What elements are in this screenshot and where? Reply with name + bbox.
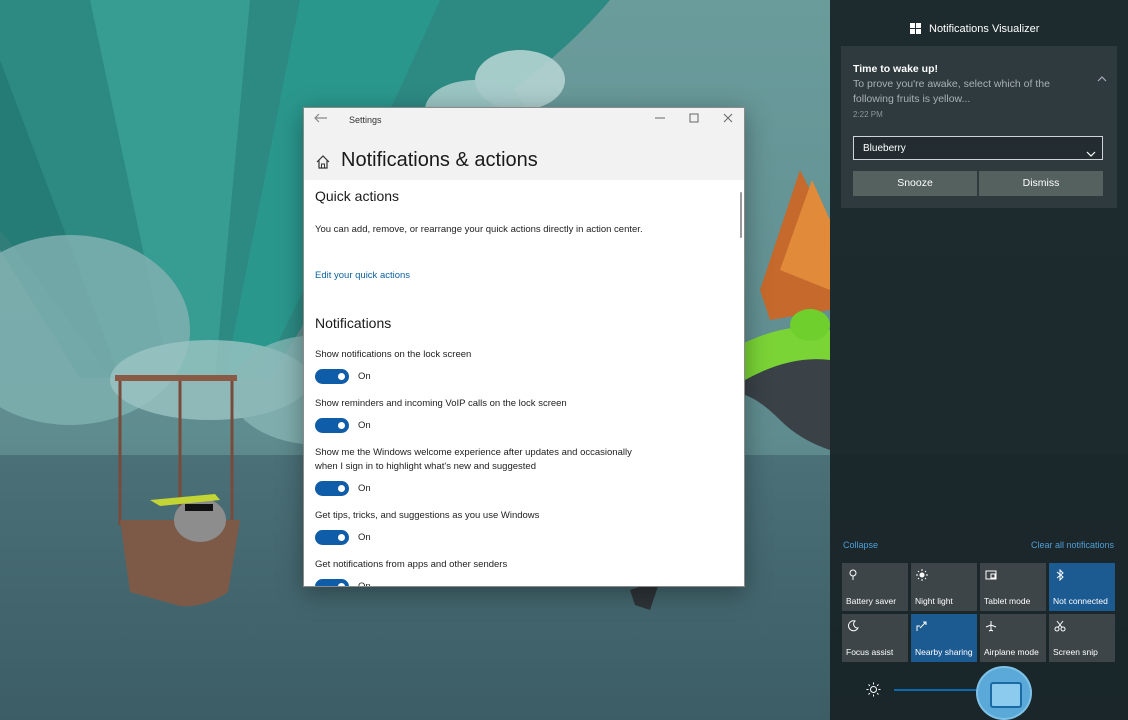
settings-window: Settings Notifications & actions Quick a… — [303, 107, 745, 587]
bluetooth-icon — [1054, 568, 1066, 582]
quick-action-screen-snip[interactable]: Screen snip — [1049, 614, 1115, 662]
toggle-state-text: On — [358, 371, 371, 382]
tablet-mode-icon — [985, 569, 997, 581]
dropdown-selected-value: Blueberry — [863, 143, 906, 154]
quick-actions-description: You can add, remove, or rearrange your q… — [315, 224, 643, 235]
quick-action-label: Not connected — [1053, 596, 1108, 606]
quick-action-label: Tablet mode — [984, 596, 1031, 606]
quick-action-label: Battery saver — [846, 596, 897, 606]
page-title: Notifications & actions — [341, 149, 538, 171]
close-icon[interactable] — [712, 111, 744, 129]
windows-tiles-icon — [910, 23, 921, 34]
notification-toast[interactable]: Time to wake up! To prove you're awake, … — [841, 46, 1117, 208]
scrollbar[interactable] — [740, 192, 742, 238]
snooze-button[interactable]: Snooze — [853, 171, 977, 196]
notification-app-header: Notifications Visualizer — [830, 0, 1128, 44]
window-title: Settings — [349, 115, 382, 125]
page-header: Notifications & actions — [304, 146, 744, 178]
setting-lock-screen-toggle[interactable] — [315, 369, 349, 384]
quick-action-battery-saver[interactable]: Battery saver — [842, 563, 908, 611]
settings-content: Quick actions You can add, remove, or re… — [304, 180, 744, 587]
setting-lock-screen-label: Show notifications on the lock screen — [315, 349, 472, 360]
setting-app-notifications-label: Get notifications from apps and other se… — [315, 559, 508, 570]
quick-action-label: Airplane mode — [984, 647, 1039, 657]
nearby-sharing-icon — [916, 620, 928, 632]
battery-saver-icon — [847, 569, 859, 581]
setting-welcome-experience-toggle[interactable] — [315, 481, 349, 496]
app-name: Notifications Visualizer — [929, 23, 1040, 35]
screen-snip-icon — [1054, 620, 1066, 632]
clear-all-notifications-link[interactable]: Clear all notifications — [1031, 540, 1114, 550]
focus-assist-icon — [847, 620, 859, 632]
toast-time: 2:22 PM — [853, 110, 883, 119]
setting-tips-label: Get tips, tricks, and suggestions as you… — [315, 510, 540, 521]
setting-welcome-experience-label: Show me the Windows welcome experience a… — [315, 447, 632, 472]
home-icon[interactable] — [315, 154, 331, 170]
action-center: Notifications Visualizer Time to wake up… — [830, 0, 1128, 720]
toast-body: To prove you're awake, select which of t… — [853, 78, 1050, 105]
quick-actions-heading: Quick actions — [315, 188, 400, 204]
quick-action-focus-assist[interactable]: Focus assist — [842, 614, 908, 662]
toast-title: Time to wake up! — [853, 63, 938, 75]
fruit-select-dropdown[interactable]: Blueberry — [853, 136, 1103, 160]
chevron-up-icon[interactable] — [1097, 70, 1107, 82]
setting-tips-toggle[interactable] — [315, 530, 349, 545]
quick-action-bluetooth[interactable]: Not connected — [1049, 563, 1115, 611]
toggle-state-text: On — [358, 581, 371, 587]
dismiss-button[interactable]: Dismiss — [979, 171, 1103, 196]
airplane-icon — [985, 620, 997, 632]
collapse-link[interactable]: Collapse — [843, 540, 878, 550]
quick-action-label: Night light — [915, 596, 953, 606]
setting-voip-label: Show reminders and incoming VoIP calls o… — [315, 398, 567, 409]
title-bar: Settings — [304, 108, 744, 132]
quick-action-night-light[interactable]: Night light — [911, 563, 977, 611]
toggle-state-text: On — [358, 420, 371, 431]
quick-action-label: Focus assist — [846, 647, 894, 657]
quick-action-nearby-sharing[interactable]: Nearby sharing — [911, 614, 977, 662]
quick-action-label: Nearby sharing — [915, 647, 973, 657]
toggle-state-text: On — [358, 532, 371, 543]
chevron-down-icon — [1086, 145, 1096, 157]
maximize-icon[interactable] — [678, 111, 710, 129]
brightness-slider-thumb[interactable] — [978, 668, 1030, 718]
notifications-heading: Notifications — [315, 315, 392, 331]
back-arrow-icon[interactable] — [312, 112, 330, 128]
brightness-icon — [866, 682, 881, 697]
quick-action-label: Screen snip — [1053, 647, 1098, 657]
quick-action-tablet-mode[interactable]: Tablet mode — [980, 563, 1046, 611]
toggle-state-text: On — [358, 483, 371, 494]
brightness-slider-fill — [894, 689, 980, 691]
setting-voip-toggle[interactable] — [315, 418, 349, 433]
setting-app-notifications-toggle[interactable] — [315, 579, 349, 586]
night-light-icon — [916, 569, 928, 581]
minimize-icon[interactable] — [644, 111, 676, 129]
edit-quick-actions-link[interactable]: Edit your quick actions — [315, 270, 410, 281]
quick-action-airplane-mode[interactable]: Airplane mode — [980, 614, 1046, 662]
